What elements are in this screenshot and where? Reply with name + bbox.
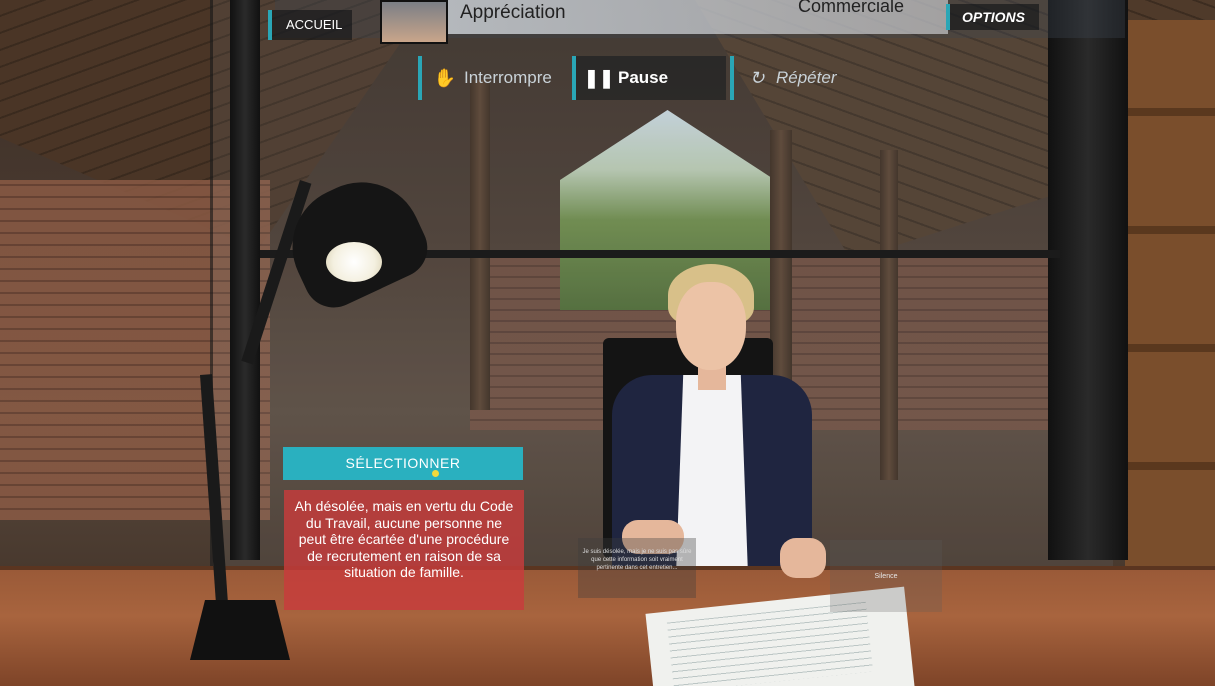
window-frame-post <box>230 0 260 560</box>
answer-option-silence[interactable]: Silence <box>830 540 942 612</box>
options-button[interactable]: OPTIONS <box>946 4 1040 30</box>
select-button[interactable]: SÉLECTIONNER <box>283 447 523 480</box>
interviewer-face <box>676 282 746 370</box>
interrupt-button[interactable]: ✋ Interrompre <box>418 56 584 100</box>
repeat-icon: ↻ <box>749 67 765 88</box>
hand-icon: ✋ <box>433 67 457 88</box>
answer-option-highlighted[interactable]: Ah désolée, mais en vertu du Code du Tra… <box>284 490 524 610</box>
answer-option-faint[interactable]: Je suis désolée, mais je ne suis pas sûr… <box>578 538 696 598</box>
pause-icon: ❚❚ <box>583 67 615 88</box>
interviewer-hand-right <box>780 538 826 578</box>
home-button[interactable]: ACCUEIL <box>268 10 353 40</box>
pause-label: Pause <box>618 68 669 87</box>
repeat-button[interactable]: ↻ Répéter <box>730 56 886 100</box>
scenario-subtitle: Commerciale <box>798 0 905 16</box>
vr-scene: ACCUEIL Appréciation Commerciale OPTIONS… <box>0 0 1215 686</box>
scenario-avatar <box>380 0 448 44</box>
window-frame-post <box>1048 0 1128 560</box>
pause-button[interactable]: ❚❚ Pause <box>572 56 726 100</box>
interrupt-label: Interrompre <box>464 68 552 87</box>
bookshelf <box>1125 20 1215 580</box>
gaze-cursor <box>432 470 439 477</box>
lamp-base <box>190 600 290 660</box>
lamp-bulb <box>326 242 382 282</box>
scenario-title: Appréciation <box>460 2 566 23</box>
repeat-label: Répéter <box>776 68 837 87</box>
